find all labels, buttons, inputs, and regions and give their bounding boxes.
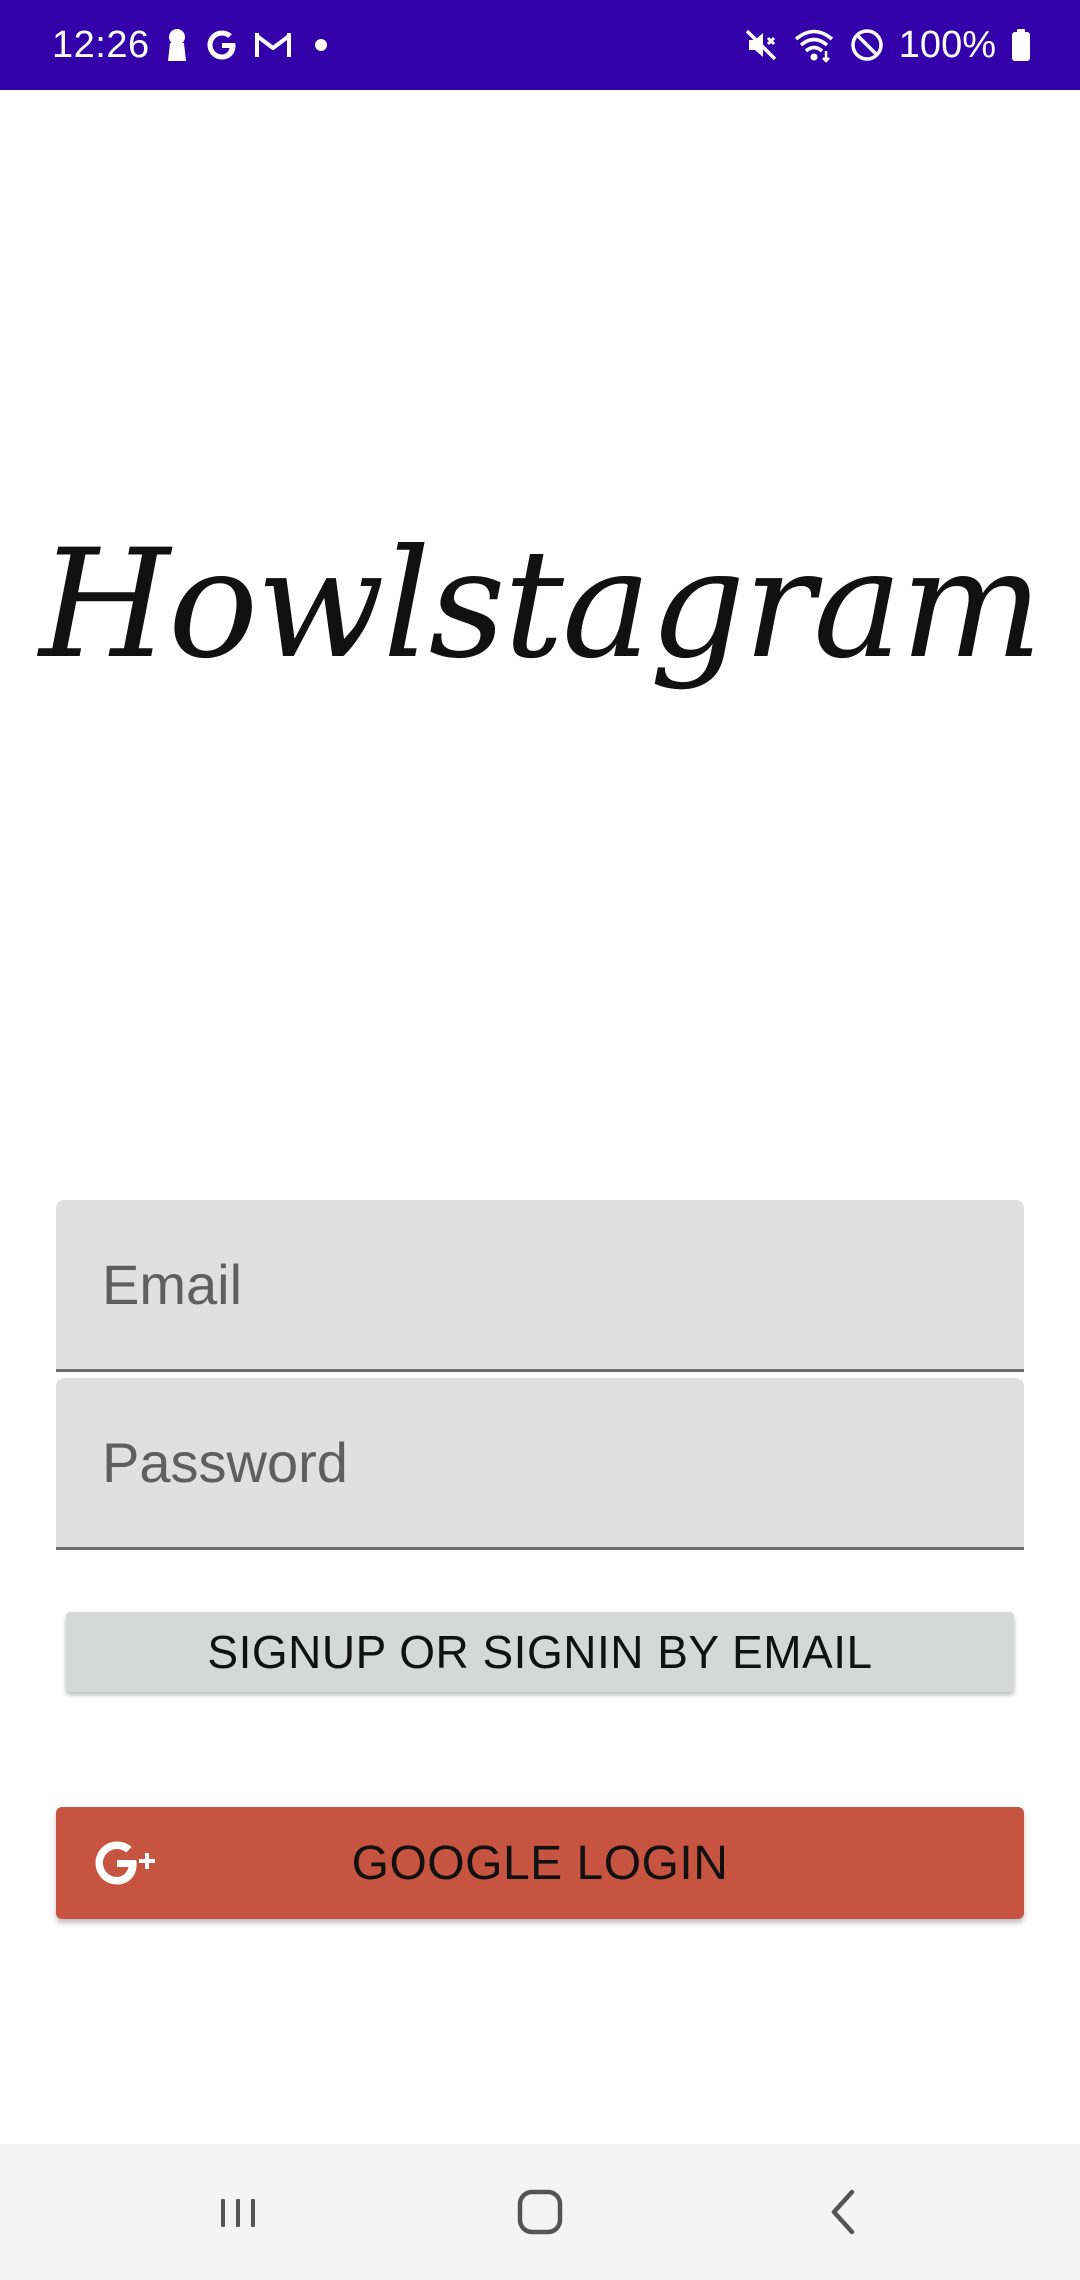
home-icon[interactable]: [480, 2172, 600, 2252]
status-bar: 12:26 100%: [0, 0, 1080, 90]
status-right: 100%: [743, 24, 1032, 67]
email-field-container[interactable]: [56, 1200, 1024, 1372]
wifi-icon: [793, 27, 835, 63]
google-login-button[interactable]: GOOGLE LOGIN: [56, 1807, 1024, 1919]
notification-dot-icon: [306, 30, 336, 60]
navigation-bar: [0, 2144, 1080, 2280]
back-icon[interactable]: [784, 2172, 904, 2252]
password-field-container[interactable]: [56, 1378, 1024, 1550]
battery-percent: 100%: [898, 23, 996, 66]
gmail-icon: [254, 30, 292, 60]
password-field[interactable]: [56, 1378, 1024, 1547]
google-login-label: GOOGLE LOGIN: [351, 1836, 729, 1890]
battery-icon: [1010, 27, 1032, 63]
mute-icon: [743, 27, 779, 63]
google-g-icon: [204, 27, 240, 63]
keyhole-icon: [164, 27, 190, 63]
status-left: 12:26: [52, 24, 336, 67]
app-logo: Howlstagram: [39, 518, 1043, 692]
do-not-disturb-icon: [849, 27, 885, 63]
email-signin-button[interactable]: SIGNUP OR SIGNIN BY EMAIL: [66, 1612, 1014, 1692]
status-time: 12:26: [52, 23, 150, 66]
recents-icon[interactable]: [178, 2172, 298, 2252]
email-field[interactable]: [56, 1200, 1024, 1369]
